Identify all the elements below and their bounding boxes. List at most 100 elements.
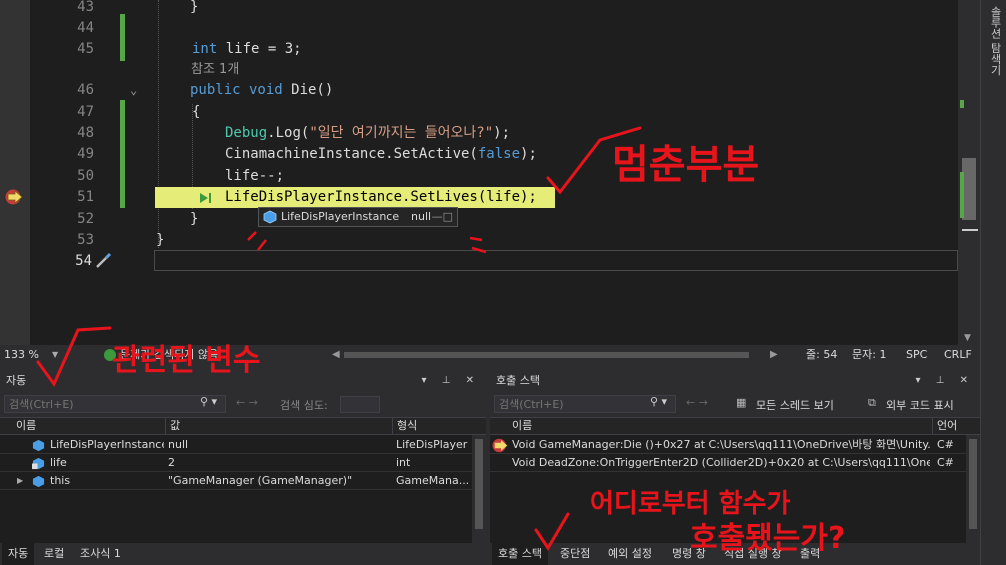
whitespace-mode[interactable]: SPC [906,345,927,365]
tab-call-stack[interactable]: 호출 스택 [492,543,548,565]
line-number: 44 [77,20,94,36]
search-input[interactable] [494,395,676,413]
code-line-48[interactable]: 48 Debug.Log("일단 여기까지는 들어오나?"); [0,123,960,144]
code-line-47[interactable]: 47 { [0,102,960,123]
variable-name: LifeDisPlayerInstance [50,438,164,451]
nav-back-forward-icon[interactable]: ← → [236,396,258,409]
window-controls[interactable]: ▾ ⊥ ✕ [916,371,974,391]
table-row[interactable]: Void DeadZone:OnTriggerEnter2D (Collider… [490,455,980,472]
column-header-language[interactable]: 언어 [937,418,957,434]
editor-horizontal-scrollbar[interactable]: ◀ ▶ [330,349,778,361]
code-text: } [190,211,199,227]
table-row[interactable]: Void GameManager:Die ()+0x27 at C:\Users… [490,437,980,454]
variable-name: this [50,474,71,487]
table-row[interactable]: LifeDisPlayerInstance null LifeDisPlayer [0,437,486,454]
code-line-52[interactable]: 52 } [0,209,960,230]
panel-tabs: 자동 로컬 조사식 1 [0,543,486,565]
panel-title-bar: 자동 ▾ ⊥ ✕ [0,371,486,391]
search-icon[interactable]: ⚲ ▾ [200,395,217,408]
code-text: CinamachineInstance.SetActive(false); [225,146,537,162]
window-controls[interactable]: ▾ ⊥ ✕ [422,371,480,391]
stack-frame[interactable]: Void DeadZone:OnTriggerEnter2D (Collider… [512,455,930,471]
code-text: public void Die() [190,82,334,98]
zoom-dropdown-icon[interactable]: ▼ [52,345,58,365]
code-text: { [192,104,201,120]
panel-title-bar: 호출 스택 ▾ ⊥ ✕ [490,371,980,391]
column-header-type[interactable]: 형식 [397,418,417,434]
change-marker [960,100,964,108]
variable-type: GameMana... [396,474,468,487]
scrollbar-thumb[interactable] [962,158,976,220]
code-line-49[interactable]: 49 CinamachineInstance.SetActive(false); [0,144,960,165]
tab-command-window[interactable]: 명령 창 [672,543,706,565]
line-number: 51 [77,189,94,205]
code-line-43[interactable]: 43 } [0,0,960,18]
vertical-scrollbar[interactable] [472,435,486,543]
execution-pointer-icon[interactable] [5,189,25,205]
call-stack-window: 호출 스택 ▾ ⊥ ✕ ⚲ ▾ ← → ▦ 모든 스레드 보기 ⧉ 외부 코드 … [490,371,980,565]
tab-locals[interactable]: 로컬 [44,543,64,565]
variable-value[interactable]: "GameManager (GameManager)" [168,473,390,489]
show-all-threads-button[interactable]: 모든 스레드 보기 [756,397,834,413]
expand-arrow-icon[interactable]: ▶ [17,473,23,489]
tab-watch-1[interactable]: 조사식 1 [80,543,121,565]
code-line-44[interactable]: 44 [0,18,960,39]
codelens-line: 참조 1개 [0,59,960,80]
codelens-references[interactable]: 참조 1개 [191,59,239,80]
nav-back-forward-icon[interactable]: ← → [686,396,708,409]
variable-value[interactable]: null [168,437,188,453]
code-text: } [190,0,199,15]
variable-name: life [50,456,67,469]
scrollbar-thumb[interactable] [344,352,749,358]
search-depth-dropdown[interactable] [340,396,380,413]
code-line-46[interactable]: 46 ⌄ public void Die() [0,80,960,101]
stack-frame[interactable]: Void GameManager:Die ()+0x27 at C:\Users… [512,437,930,453]
datatip[interactable]: LifeDisPlayerInstance null —□ [258,207,458,227]
solution-explorer-side-tab[interactable]: 솔루션 탐색기 [980,0,1006,565]
pin-icon[interactable]: —□ [432,208,453,226]
caret-marker [962,229,978,231]
table-row[interactable]: life 2 int [0,455,486,472]
line-number: 52 [77,211,94,227]
code-line-50[interactable]: 50 life--; [0,166,960,187]
issues-status[interactable]: 문제가 검색되지 않음 [120,345,218,365]
run-to-click-icon[interactable] [199,192,213,204]
tab-output[interactable]: 출력 [800,543,820,565]
code-line-53[interactable]: 53 } [0,230,960,251]
scroll-right-icon[interactable]: ▶ [770,345,778,365]
scroll-left-icon[interactable]: ◀ [332,345,340,365]
private-field-icon [32,457,45,470]
search-depth-label: 검색 심도: [280,399,328,412]
line-ending[interactable]: CRLF [944,345,972,365]
tab-immediate-window[interactable]: 직접 실행 창 [724,543,782,565]
editor-vertical-scrollbar[interactable]: ▼ [958,0,980,345]
quick-actions-screwdriver-icon[interactable] [94,252,114,270]
variable-value[interactable]: 2 [168,455,175,471]
code-line-45[interactable]: 45 int life = 3; [0,39,960,60]
scroll-down-icon[interactable]: ▼ [964,333,971,343]
tab-autos[interactable]: 자동 [2,543,35,565]
tab-breakpoints[interactable]: 중단점 [560,543,590,565]
column-header-name[interactable]: 이름 [512,418,532,434]
code-editor[interactable]: 43 } 44 45 int life = 3; 참조 1개 46 ⌄ publ… [0,0,1006,345]
vertical-scrollbar[interactable] [966,435,980,543]
autos-window: 자동 ▾ ⊥ ✕ ⚲ ▾ ← → 검색 심도: 이름 값 형식 LifeDisP… [0,371,486,565]
tab-exception-settings[interactable]: 예외 설정 [608,543,652,565]
external-code-icon: ⧉ [868,396,876,409]
show-external-code-button[interactable]: 외부 코드 표시 [886,397,954,413]
search-input[interactable] [4,395,226,413]
column-indicator[interactable]: 문자: 1 [852,345,886,365]
search-icon[interactable]: ⚲ ▾ [650,395,667,408]
current-frame-arrow-icon [492,438,508,453]
current-statement-highlight[interactable]: LifeDisPlayerInstance.SetLives(life); [155,187,555,208]
line-number: 54 [75,253,92,269]
column-header-name[interactable]: 이름 [16,418,36,434]
table-row[interactable]: ▶ this "GameManager (GameManager)" GameM… [0,473,486,490]
column-header-value[interactable]: 값 [170,418,180,434]
panel-title: 호출 스택 [496,374,540,387]
zoom-level[interactable]: 133 % [4,345,39,365]
datatip-value[interactable]: null [411,208,431,226]
collapse-chevron-icon[interactable]: ⌄ [130,80,137,101]
line-number: 45 [77,41,94,57]
line-indicator[interactable]: 줄: 54 [806,345,837,365]
